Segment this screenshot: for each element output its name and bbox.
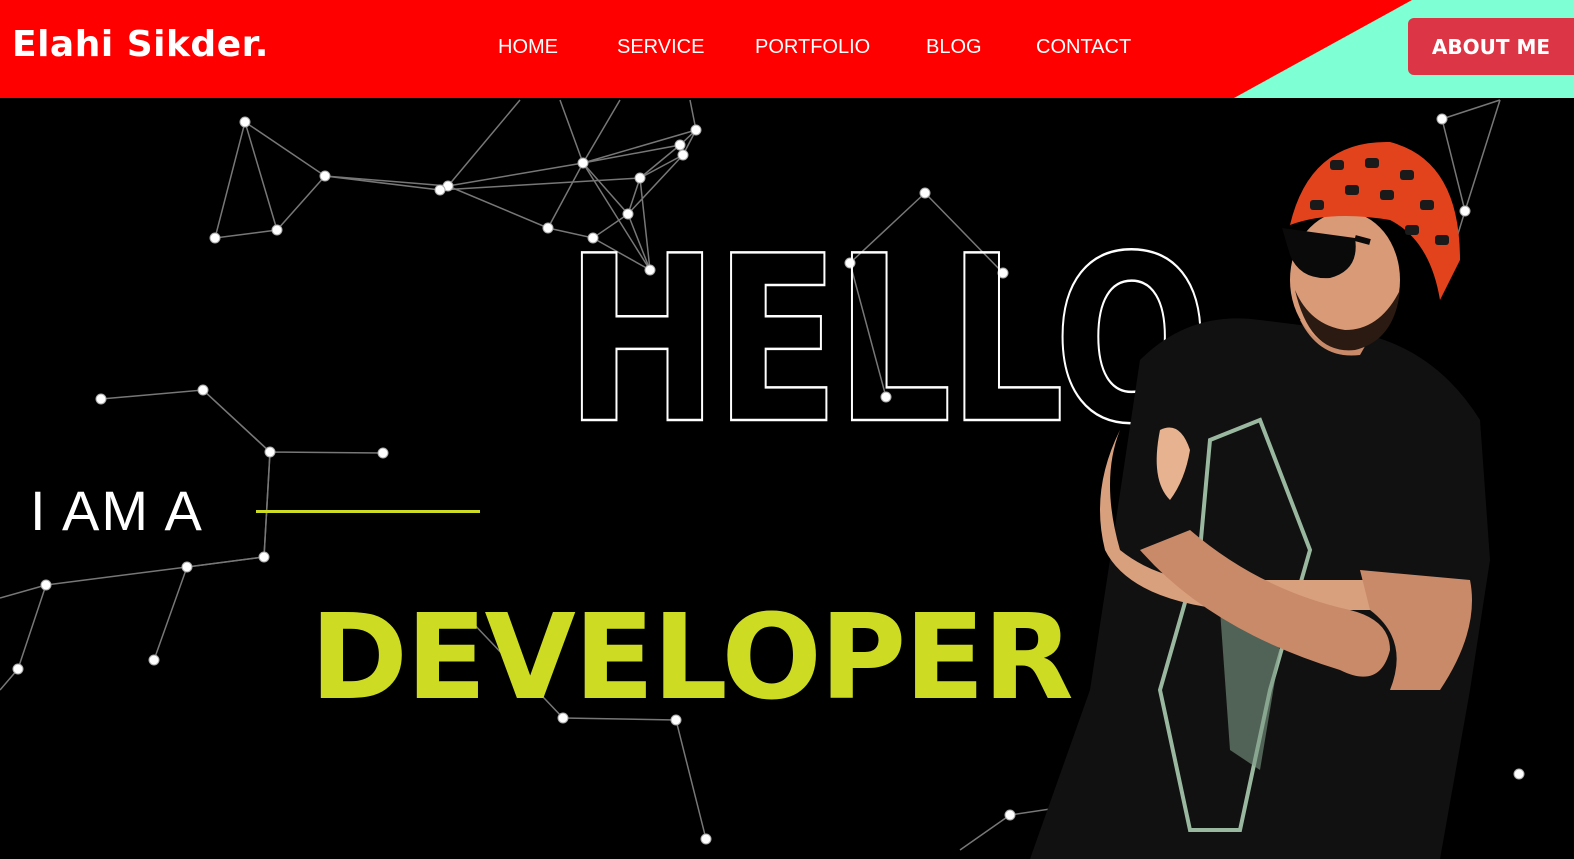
navbar: Elahi Sikder. HOME SERVICE PORTFOLIO BLO… — [0, 0, 1574, 98]
nav-item-contact[interactable]: CONTACT — [1036, 36, 1131, 59]
nav-item-portfolio[interactable]: PORTFOLIO — [755, 36, 870, 59]
portrait-photo — [1030, 141, 1490, 859]
nav-item-service[interactable]: SERVICE — [617, 36, 704, 59]
accent-line — [256, 510, 480, 513]
nav-item-home[interactable]: HOME — [498, 36, 558, 59]
role-heading: DEVELOPER — [310, 588, 1074, 726]
about-me-button[interactable]: ABOUT ME — [1408, 18, 1574, 75]
nav-menu: HOME SERVICE PORTFOLIO BLOG CONTACT — [0, 0, 1574, 98]
intro-text: I AM A — [30, 479, 204, 542]
nav-item-blog[interactable]: BLOG — [926, 36, 982, 59]
